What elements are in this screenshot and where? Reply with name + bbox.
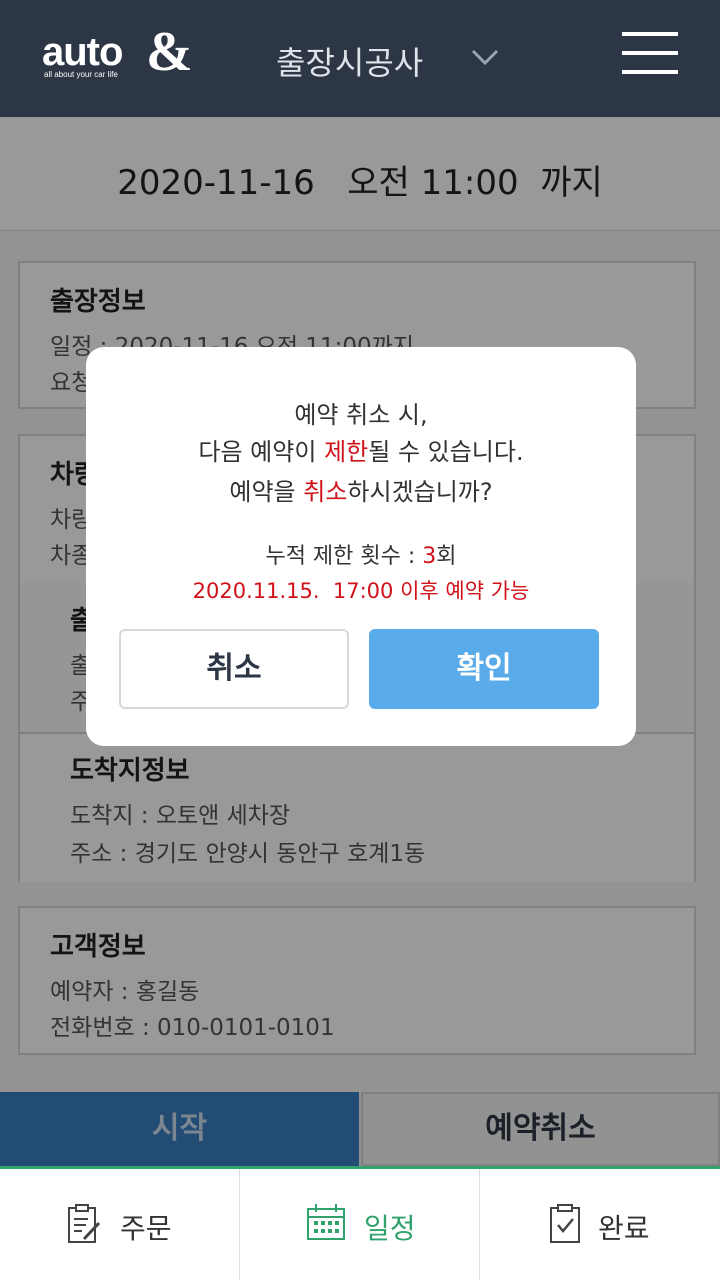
tab-schedule-label: 일정 [364, 1212, 416, 1245]
menu-icon[interactable] [622, 32, 678, 74]
app-header: auto & all about your car life 출장시공사 [0, 0, 720, 117]
tab-order[interactable]: 주문 [0, 1169, 239, 1280]
dialog-confirm-button[interactable]: 확인 [369, 629, 599, 709]
limit-count: 3 [422, 544, 437, 569]
cancel-confirm-dialog: 예약 취소 시, 다음 예약이 제한될 수 있습니다. 예약을 취소하시겠습니까… [86, 347, 636, 746]
dialog-restrict-word: 제한 [324, 438, 369, 466]
calendar-icon [307, 1204, 345, 1240]
dialog-line-3-a: 예약을 [229, 478, 304, 506]
dialog-line-3: 예약을 취소하시겠습니까? [86, 472, 636, 507]
limit-label: 누적 제한 횟수 : [265, 544, 423, 569]
tab-complete-label: 완료 [598, 1212, 650, 1245]
complete-icon [550, 1204, 580, 1243]
limit-unit: 회 [436, 544, 457, 569]
dialog-line-2-b: 될 수 있습니다. [368, 438, 524, 466]
dialog-line-3-b: 하시겠습니까? [347, 478, 493, 506]
bottom-tab-bar: 주문 일정 완료 [0, 1166, 720, 1280]
page-title[interactable]: 출장시공사 [276, 38, 423, 84]
chevron-down-icon[interactable] [470, 46, 500, 68]
dialog-available-time: 2020.11.15. 17:00 이후 예약 가능 [192, 579, 530, 603]
order-icon [68, 1204, 101, 1243]
logo-text: auto [42, 30, 123, 74]
dialog-cancel-button[interactable]: 취소 [119, 629, 349, 709]
dialog-cancel-word: 취소 [303, 478, 348, 506]
tab-order-label: 주문 [120, 1212, 172, 1245]
dialog-line-1: 예약 취소 시, [294, 401, 428, 429]
dialog-limit-count: 누적 제한 횟수 : 3회 [86, 538, 636, 570]
dialog-line-2-a: 다음 예약이 [198, 438, 325, 466]
tab-complete[interactable]: 완료 [480, 1169, 719, 1280]
tab-schedule[interactable]: 일정 [240, 1169, 479, 1280]
logo-tagline: all about your car life [44, 70, 118, 79]
logo-ampersand: & [146, 21, 193, 83]
dialog-line-2: 다음 예약이 제한될 수 있습니다. [86, 432, 636, 467]
autoand-logo[interactable]: auto & all about your car life [42, 24, 193, 86]
